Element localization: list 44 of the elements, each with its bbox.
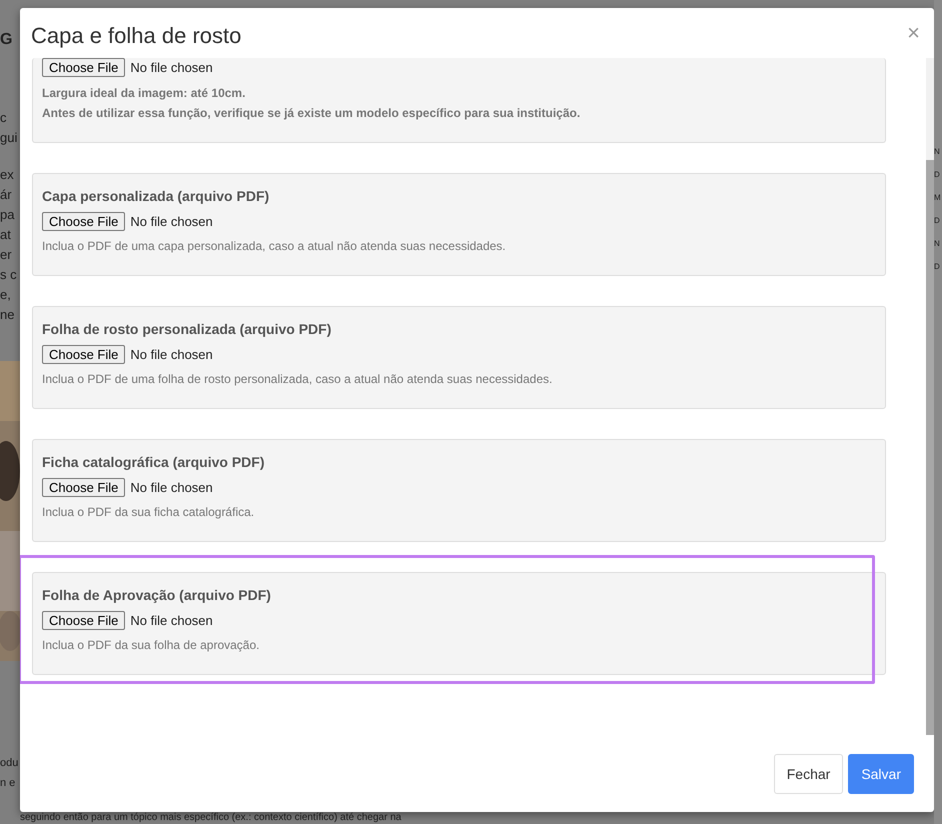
paragraph-text: D: [934, 169, 941, 181]
paragraph-text: c: [0, 109, 8, 127]
file-status: No file chosen: [130, 347, 213, 362]
save-button[interactable]: Salvar: [848, 754, 914, 794]
note-text: Largura ideal da imagem: até 10cm.: [42, 85, 246, 102]
paragraph-text: e,: [0, 286, 12, 304]
help-text: Inclua o PDF da sua folha de aprovação.: [42, 637, 260, 654]
paragraph-text: ex: [0, 166, 15, 184]
help-text: Inclua o PDF de uma folha de rosto personalizada, caso a atual não atenda suas necessidades.: [42, 371, 554, 388]
paragraph-text: s c: [0, 266, 18, 284]
card-title: Capa personalizada (arquivo PDF): [42, 188, 270, 204]
paragraph-text: D: [934, 261, 941, 273]
paragraph-text: n e: [0, 776, 16, 791]
paragraph-text: er: [0, 246, 13, 264]
help-text: Inclua o PDF de uma capa personalizada, caso a atual não atenda suas necessidades.: [42, 238, 507, 255]
choose-file-button[interactable]: Choose File: [42, 212, 126, 231]
file-status: No file chosen: [130, 214, 213, 229]
close-dialog-button[interactable]: Fechar: [774, 754, 844, 794]
scrollbar[interactable]: [926, 58, 934, 735]
card-title: Folha de Aprovação (arquivo PDF): [42, 587, 272, 603]
paragraph-text: ár: [0, 186, 13, 204]
paragraph-text: N: [934, 146, 941, 158]
choose-file-button[interactable]: Choose File: [42, 478, 126, 497]
file-status: No file chosen: [130, 480, 213, 495]
paragraph-text: gui: [0, 129, 18, 147]
paragraph-text: N: [934, 238, 941, 250]
paragraph-text: M: [934, 192, 942, 204]
help-text: Inclua o PDF da sua ficha catalográfica.: [42, 504, 256, 521]
paragraph-text: seguindo então para um tópico mais específico (ex.: contexto científico) até chegar na: [20, 812, 402, 824]
choose-file-button[interactable]: Choose File: [42, 345, 126, 364]
choose-file-button[interactable]: Choose File: [42, 58, 126, 77]
card-title: Folha de rosto personalizada (arquivo PDF): [42, 321, 332, 337]
paragraph-text: odu: [0, 756, 20, 771]
file-status: No file chosen: [130, 60, 213, 75]
modal-title: Capa e folha de rosto: [31, 22, 242, 49]
heading-text: G: [0, 30, 14, 50]
paragraph-text: D: [934, 215, 941, 227]
card-title: Ficha catalográfica (arquivo PDF): [42, 454, 266, 470]
paragraph-text: ne: [0, 306, 16, 324]
file-status: No file chosen: [130, 613, 213, 628]
note-text: Antes de utilizar essa função, verifique se já existe um modelo específico para sua instituição.: [42, 105, 582, 122]
paragraph-text: pa: [0, 206, 16, 224]
choose-file-button[interactable]: Choose File: [42, 611, 126, 630]
paragraph-text: at: [0, 226, 12, 244]
